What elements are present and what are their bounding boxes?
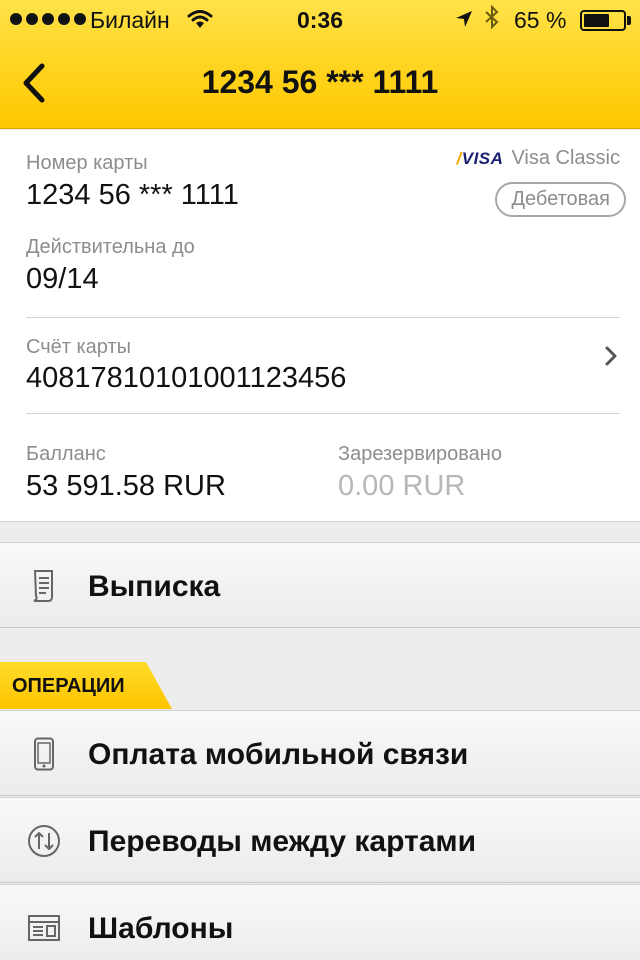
transfer-icon xyxy=(26,822,62,860)
battery-icon xyxy=(580,10,626,31)
operation-label: Оплата мобильной связи xyxy=(88,738,469,771)
status-bar: Билайн 0:36 65 % xyxy=(0,0,640,40)
account-label: Счёт карты xyxy=(26,336,132,358)
card-brand-name: Visa Classic xyxy=(511,147,620,169)
card-brand: /VISA Visa Classic xyxy=(457,147,620,170)
visa-logo-icon: /VISA xyxy=(456,148,504,168)
card-info-panel: Номер карты 1234 56 *** 1111 /VISA Visa … xyxy=(0,130,640,522)
operation-label: Шаблоны xyxy=(88,912,234,945)
battery-tip xyxy=(627,16,631,25)
divider xyxy=(26,317,620,318)
balance-value: 53 591.58 RUR xyxy=(26,470,226,502)
card-transfers-button[interactable]: Переводы между картами xyxy=(0,797,640,883)
card-number-value: 1234 56 *** 1111 xyxy=(26,179,239,211)
chevron-right-icon xyxy=(604,345,618,372)
mobile-payment-button[interactable]: Оплата мобильной связи xyxy=(0,710,640,796)
operations-header-label: ОПЕРАЦИИ xyxy=(12,675,125,697)
operation-label: Переводы между картами xyxy=(88,825,477,858)
phone-icon xyxy=(26,735,62,773)
header: Билайн 0:36 65 % 1234 56 *** 1111 xyxy=(0,0,640,129)
document-icon xyxy=(26,567,62,605)
card-number-label: Номер карты xyxy=(26,152,148,174)
reserved-value: 0.00 RUR xyxy=(338,470,466,502)
balance-label: Балланс xyxy=(26,443,106,465)
card-type-badge: Дебетовая xyxy=(495,182,626,217)
battery-percent: 65 % xyxy=(514,7,567,33)
account-value: 40817810101001123456 xyxy=(26,362,347,394)
expiry-label: Действительна до xyxy=(26,236,195,258)
card-account-row[interactable]: Счёт карты 40817810101001123456 xyxy=(0,320,640,412)
divider xyxy=(26,413,620,414)
statement-button[interactable]: Выписка xyxy=(0,542,640,628)
templates-button[interactable]: Шаблоны xyxy=(0,884,640,960)
page-title: 1234 56 *** 1111 xyxy=(201,64,439,100)
templates-icon xyxy=(26,909,62,947)
expiry-value: 09/14 xyxy=(26,263,99,295)
location-icon xyxy=(454,8,474,35)
reserved-label: Зарезервировано xyxy=(338,443,502,465)
statement-label: Выписка xyxy=(88,570,221,603)
bluetooth-icon xyxy=(484,4,500,36)
